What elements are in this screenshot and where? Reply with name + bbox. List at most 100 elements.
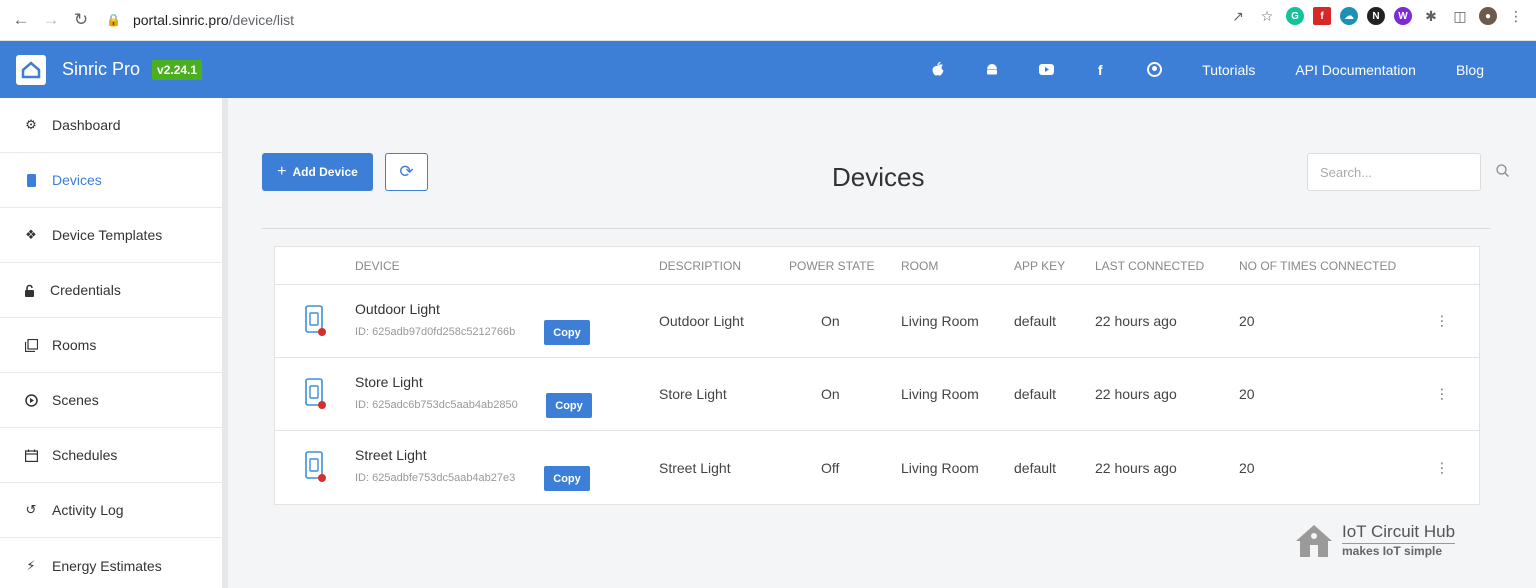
puzzle-extensions-icon[interactable]: ✱ [1421, 6, 1441, 26]
github-icon[interactable] [1146, 62, 1162, 78]
calendar-icon [22, 449, 40, 462]
sinric-logo-icon[interactable] [16, 54, 46, 85]
sidebar-item-label: Credentials [50, 282, 121, 298]
bolt-icon: ⚡ [26, 557, 36, 573]
sidebar-item-label: Devices [52, 172, 102, 188]
column-header-description[interactable]: DESCRIPTION [659, 259, 741, 273]
sidebar-item-energy-estimates[interactable]: ⚡ Energy Estimates [0, 538, 222, 588]
sidebar-item-label: Scenes [52, 392, 99, 408]
sidebar-item-devices[interactable]: Devices [0, 153, 222, 208]
back-arrow-icon[interactable]: ← [6, 5, 36, 35]
device-app-key: default [1014, 313, 1057, 329]
table-row[interactable]: Outdoor Light ID: 625adb97d0fd258c521276… [275, 285, 1479, 358]
lock-icon [20, 284, 38, 297]
flash-extension-icon[interactable]: f [1313, 7, 1331, 25]
column-header-last-connected[interactable]: LAST CONNECTED [1095, 259, 1204, 273]
device-room: Living Room [901, 459, 979, 476]
device-id: ID: 625adbfe753dc5aab4ab27e3 [355, 472, 516, 484]
sidebar-item-dashboard[interactable]: ⚙ Dashboard [0, 98, 222, 153]
times-connected: 20 [1239, 313, 1255, 329]
sidebar-item-label: Device Templates [52, 227, 163, 243]
plus-icon: + [277, 163, 287, 180]
youtube-icon[interactable] [1038, 62, 1054, 78]
search-input[interactable] [1320, 164, 1496, 180]
grammarly-extension-icon[interactable]: G [1286, 7, 1304, 25]
times-connected: 20 [1239, 459, 1255, 476]
search-icon[interactable] [1496, 164, 1509, 180]
brand-name[interactable]: Sinric Pro [62, 59, 140, 80]
watermark-subtitle: makes IoT simple [1342, 543, 1456, 558]
bookmark-star-icon[interactable]: ☆ [1257, 6, 1277, 26]
table-row[interactable]: Street Light ID: 625adbfe753dc5aab4ab27e… [275, 431, 1479, 504]
device-name[interactable]: Outdoor Light [355, 301, 440, 317]
sidebar-item-label: Energy Estimates [52, 557, 162, 574]
templates-icon: ❖ [25, 227, 37, 242]
device-room: Living Room [901, 313, 979, 329]
times-connected: 20 [1239, 386, 1255, 402]
column-header-room[interactable]: ROOM [901, 259, 938, 273]
column-header-device[interactable]: DEVICE [355, 259, 400, 273]
sidebar-item-rooms[interactable]: Rooms [0, 318, 222, 373]
last-connected: 22 hours ago [1095, 313, 1177, 329]
power-state: Off [821, 459, 840, 476]
device-app-key: default [1014, 386, 1057, 402]
sidebar-item-label: Dashboard [52, 117, 121, 133]
device-name[interactable]: Store Light [355, 374, 423, 390]
version-badge: v2.24.1 [152, 59, 203, 80]
refresh-button[interactable]: ⟳ [385, 153, 428, 191]
address-bar[interactable]: 🔒 portal.sinric.pro/device/list [106, 5, 1236, 35]
table-row[interactable]: Store Light ID: 625adc6b753dc5aab4ab2850… [275, 358, 1479, 431]
sidebar-item-schedules[interactable]: Schedules [0, 428, 222, 483]
api-documentation-link[interactable]: API Documentation [1295, 62, 1416, 78]
power-state: On [821, 386, 840, 402]
device-name[interactable]: Street Light [355, 447, 427, 463]
refresh-icon: ⟳ [399, 162, 414, 181]
browser-extension-bar: ↗ ☆ G f ☁ N W ✱ ◫ ● ⋮ [1228, 6, 1526, 26]
column-header-times-connected[interactable]: NO OF TIMES CONNECTED [1239, 259, 1396, 273]
play-icon [22, 393, 40, 407]
switch-device-icon [305, 451, 326, 482]
cloud-extension-icon[interactable]: ☁ [1340, 7, 1358, 25]
device-room: Living Room [901, 386, 979, 402]
facebook-icon[interactable]: f [1092, 62, 1108, 78]
dark-extension-icon[interactable]: N [1367, 7, 1385, 25]
house-logo-icon [1296, 525, 1332, 557]
main-content: + Add Device ⟳ Devices DEVICE DESCRIPTIO… [234, 98, 1536, 588]
blog-link[interactable]: Blog [1456, 62, 1484, 78]
android-icon[interactable] [984, 62, 1000, 78]
row-menu-kebab-icon[interactable]: ⋮ [1435, 459, 1449, 476]
device-icon [22, 173, 40, 187]
sidebar-item-activity-log[interactable]: ↺ Activity Log [0, 483, 222, 538]
kebab-menu-icon[interactable]: ⋮ [1506, 6, 1526, 26]
power-state: On [821, 313, 840, 329]
profile-avatar[interactable]: ● [1479, 7, 1497, 25]
rooms-icon [22, 338, 40, 352]
row-menu-kebab-icon[interactable]: ⋮ [1435, 386, 1449, 403]
apple-icon[interactable] [930, 62, 946, 78]
last-connected: 22 hours ago [1095, 459, 1177, 476]
history-icon: ↺ [25, 502, 37, 517]
share-icon[interactable]: ↗ [1228, 6, 1248, 26]
sidebar-item-credentials[interactable]: Credentials [0, 263, 222, 318]
search-box[interactable] [1307, 153, 1509, 191]
reload-icon[interactable]: ↻ [66, 5, 96, 35]
sidebar-item-scenes[interactable]: Scenes [0, 373, 222, 428]
row-menu-kebab-icon[interactable]: ⋮ [1435, 313, 1449, 330]
copy-id-button[interactable]: Copy [544, 320, 590, 345]
device-app-key: default [1014, 459, 1057, 476]
tutorials-link[interactable]: Tutorials [1202, 62, 1255, 78]
purple-extension-icon[interactable]: W [1394, 7, 1412, 25]
forward-arrow-icon[interactable]: → [36, 5, 66, 35]
app-header: Sinric Pro v2.24.1 f Tutorials API Docum… [0, 41, 1536, 98]
sidebar-item-device-templates[interactable]: ❖ Device Templates [0, 208, 222, 263]
devices-table: DEVICE DESCRIPTION POWER STATE ROOM APP … [274, 246, 1480, 505]
device-id: ID: 625adc6b753dc5aab4ab2850 [355, 399, 518, 411]
column-header-power-state[interactable]: POWER STATE [789, 259, 875, 273]
device-description: Outdoor Light [659, 313, 744, 329]
side-panel-icon[interactable]: ◫ [1450, 6, 1470, 26]
copy-id-button[interactable]: Copy [546, 393, 592, 418]
device-description: Street Light [659, 459, 731, 476]
add-device-button[interactable]: + Add Device [262, 153, 373, 191]
copy-id-button[interactable]: Copy [544, 466, 590, 491]
column-header-app-key[interactable]: APP KEY [1014, 259, 1065, 273]
